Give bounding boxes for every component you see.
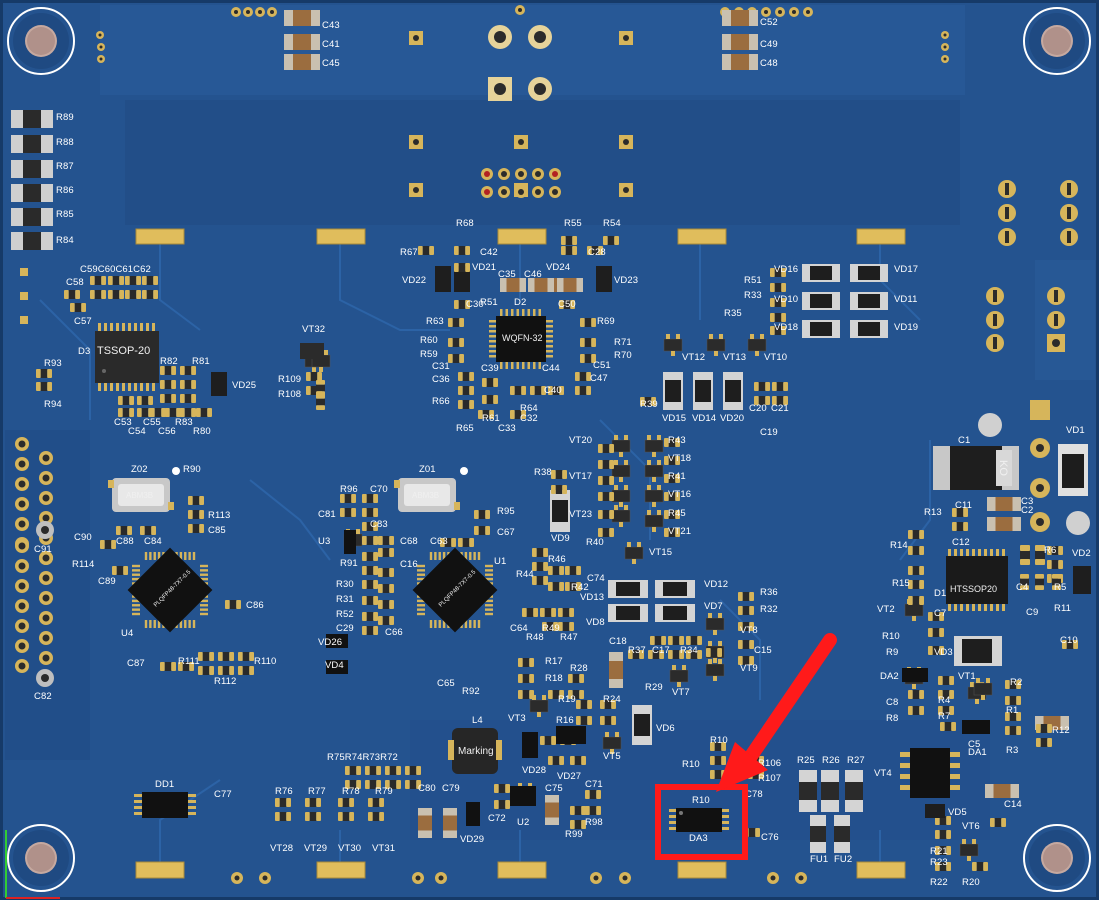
red-arrow-icon <box>738 633 837 772</box>
annotation-layer <box>655 633 837 860</box>
da3-highlight-box <box>655 784 748 860</box>
pcb-board[interactable]: TSSOP-20 WQFN-32 PLQFP48-7X7-0.5 PLQFP48-7X… <box>0 0 1099 900</box>
